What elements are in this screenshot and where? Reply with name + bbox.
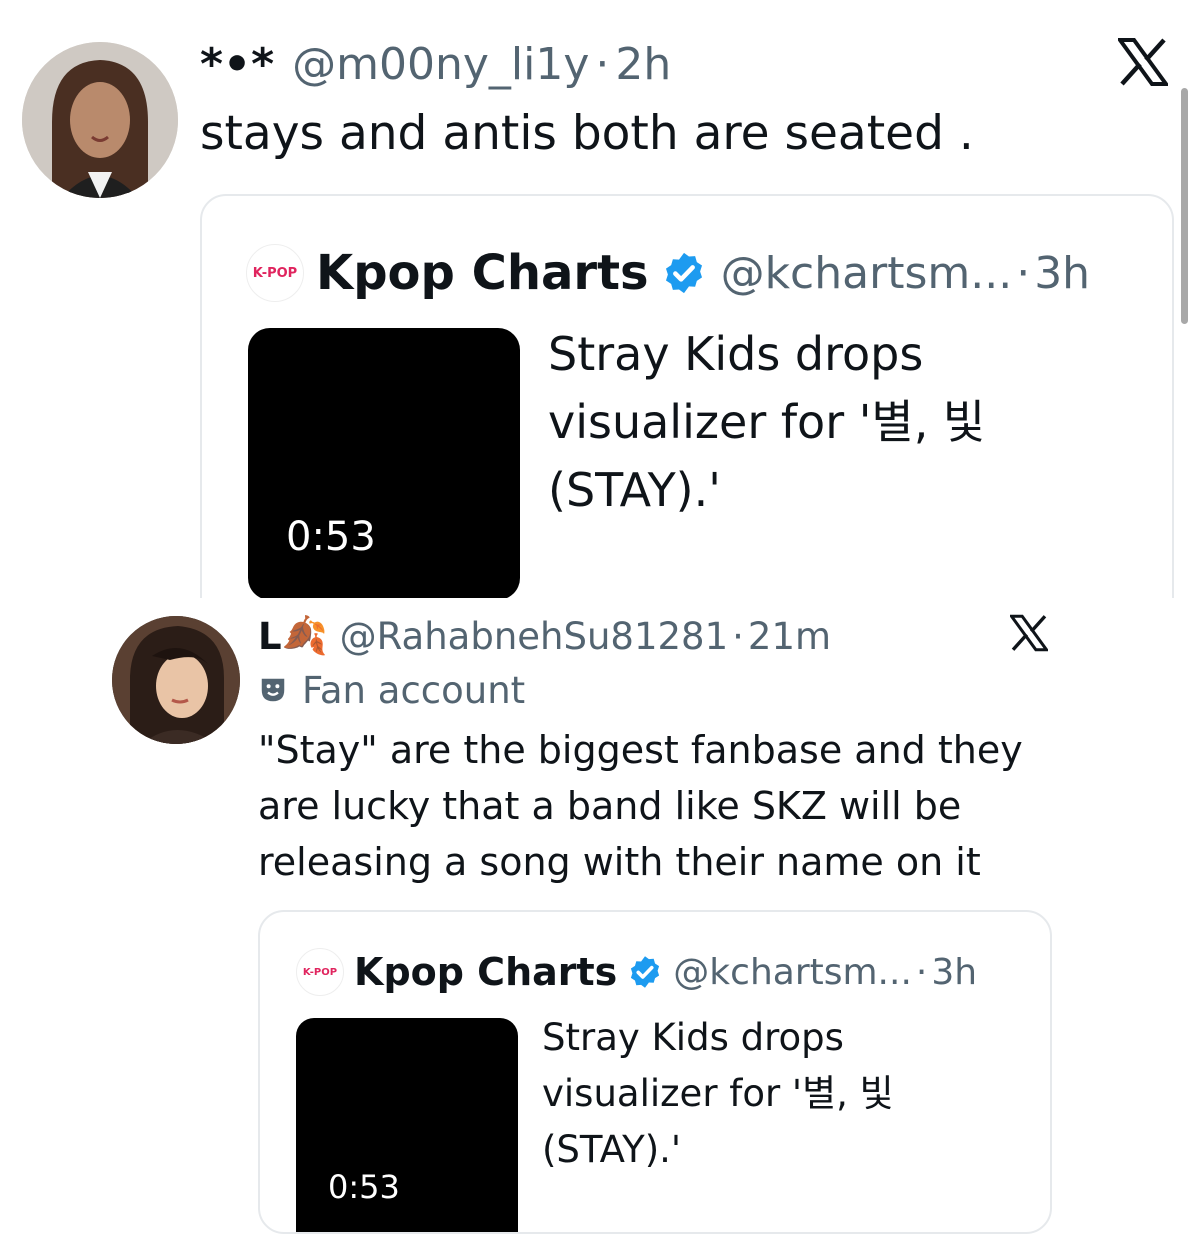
handle[interactable]: @m00ny_li1y — [292, 39, 589, 90]
verified-badge-icon — [631, 956, 660, 988]
timestamp[interactable]: 2h — [615, 39, 671, 90]
handle[interactable]: @RahabnehSu81281 — [340, 615, 728, 658]
quoted-text-line: (STAY).' — [542, 1128, 682, 1171]
avatar-illustration-icon — [112, 616, 240, 744]
quoted-handle[interactable]: @kchartsm... — [673, 952, 912, 993]
tweet-1-header: *•* @m00ny_li1y · 2h — [200, 36, 671, 92]
fan-account-text: Fan account — [302, 668, 526, 712]
video-thumbnail[interactable]: 0:53 — [248, 328, 520, 600]
quoted-text-line: Stray Kids drops — [548, 327, 924, 381]
quoted-tweet-text: Stray Kids drops visualizer for '별, 빛 (S… — [548, 320, 985, 524]
separator: · — [732, 614, 744, 658]
separator: · — [1016, 247, 1031, 299]
tweet-text: "Stay" are the biggest fanbase and they … — [258, 722, 1023, 890]
avatar[interactable] — [22, 42, 178, 198]
kpop-logo-icon: K-POP — [296, 948, 344, 996]
quoted-tweet[interactable]: K-POP Kpop Charts @kchartsm... · 3h 0:53… — [200, 194, 1174, 638]
avatar-portrait-icon — [22, 42, 178, 198]
quoted-tweet[interactable]: K-POP Kpop Charts @kchartsm... · 3h 0:53… — [258, 910, 1052, 1234]
quoted-tweet-header: K-POP Kpop Charts @kchartsm... · 3h — [296, 946, 977, 998]
verified-badge-icon — [665, 252, 702, 294]
separator: · — [915, 951, 928, 993]
quoted-tweet-text: Stray Kids drops visualizer for '별, 빛 (S… — [542, 1010, 894, 1178]
video-thumbnail[interactable]: 0:53 — [296, 1018, 518, 1232]
quoted-display-name[interactable]: Kpop Charts — [316, 245, 649, 301]
tweet-2[interactable]: L 🍂 @RahabnehSu81281 · 21m Fan account "… — [0, 598, 1200, 1234]
kpop-logo-icon: K-POP — [246, 244, 304, 302]
theater-mask-icon — [261, 678, 285, 702]
quoted-timestamp[interactable]: 3h — [931, 952, 977, 993]
display-name[interactable]: *•* — [200, 39, 274, 90]
video-duration: 0:53 — [286, 514, 376, 560]
leaf-emoji-icon: 🍂 — [281, 614, 328, 657]
x-logo-icon[interactable] — [1116, 38, 1170, 86]
avatar[interactable] — [112, 616, 240, 744]
tweet-text-line: "Stay" are the biggest fanbase and they — [258, 728, 1023, 772]
quoted-text-line: (STAY).' — [548, 463, 721, 517]
quoted-timestamp[interactable]: 3h — [1034, 248, 1090, 299]
quoted-handle[interactable]: @kchartsm... — [721, 248, 1013, 299]
quoted-text-line: Stray Kids drops — [542, 1016, 844, 1059]
quoted-text-line: visualizer for '별, 빛 — [542, 1072, 894, 1115]
video-duration: 0:53 — [328, 1168, 400, 1206]
x-logo-icon[interactable] — [1008, 614, 1050, 652]
tweet-2-header: L 🍂 @RahabnehSu81281 · 21m — [258, 608, 831, 664]
quoted-display-name[interactable]: Kpop Charts — [354, 950, 617, 994]
tweet-text: stays and antis both are seated . — [200, 106, 974, 161]
quoted-text-line: visualizer for '별, 빛 — [548, 395, 986, 449]
quoted-tweet-header: K-POP Kpop Charts @kchartsm... · 3h — [246, 242, 1090, 304]
tweet-text-line: are lucky that a band like SKZ will be — [258, 784, 962, 828]
timestamp[interactable]: 21m — [748, 615, 831, 658]
fan-account-label[interactable]: Fan account — [258, 666, 525, 714]
display-name[interactable]: L — [258, 615, 282, 658]
separator: · — [595, 38, 610, 90]
tweet-text-line: releasing a song with their name on it — [258, 840, 981, 884]
scrollbar[interactable] — [1181, 88, 1188, 324]
